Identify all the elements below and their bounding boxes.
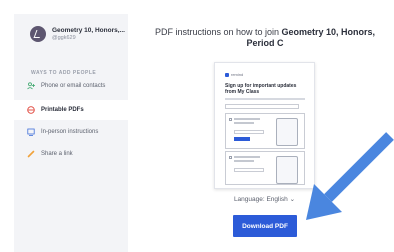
sidebar-item-share-link[interactable]: Share a link <box>14 144 128 164</box>
language-label: Language: English <box>233 196 288 203</box>
remind-logo-icon <box>225 72 229 77</box>
page-title-prefix: PDF instructions on how to join <box>154 27 282 37</box>
text-line <box>234 122 254 124</box>
printer-icon <box>27 106 35 114</box>
presentation-icon <box>27 128 35 136</box>
class-name: Geometry 10, Honors,... <box>52 27 125 34</box>
annotation-arrow-icon <box>306 132 394 220</box>
sidebar: Geometry 10, Honors,... @ggk629 WAYS TO … <box>14 14 128 252</box>
sidebar-item-label: Phone or email contacts <box>41 83 106 89</box>
sidebar-item-printable-pdfs[interactable]: Printable PDFs <box>14 100 128 120</box>
class-avatar-icon <box>30 26 46 42</box>
text-line <box>234 160 254 162</box>
class-info: Geometry 10, Honors,... @ggk629 <box>52 27 125 41</box>
sidebar-item-in-person[interactable]: In-person instructions <box>14 122 128 142</box>
page-title: PDF instructions on how to join Geometry… <box>140 27 390 49</box>
sidebar-item-phone-email[interactable]: Phone or email contacts <box>14 76 128 96</box>
pdf-subtext <box>225 98 305 100</box>
app-window: Geometry 10, Honors,... @ggk629 WAYS TO … <box>0 0 394 252</box>
field-outline <box>234 130 264 134</box>
class-header[interactable]: Geometry 10, Honors,... @ggk629 <box>14 14 128 54</box>
field-outline <box>234 168 264 172</box>
pdf-logo: remind <box>225 72 243 77</box>
pdf-code-field <box>225 104 299 109</box>
checkbox-icon <box>229 156 232 159</box>
sidebar-item-label: In-person instructions <box>41 129 99 135</box>
text-line <box>234 156 260 158</box>
sidebar-item-label: Printable PDFs <box>41 107 84 113</box>
pdf-logo-text: remind <box>231 72 244 77</box>
checkbox-icon <box>229 118 232 121</box>
download-pdf-button[interactable]: Download PDF <box>233 215 297 237</box>
text-line <box>234 118 260 120</box>
sidebar-item-label: Share a link <box>41 151 73 157</box>
pdf-heading: Sign up for important updates from My Cl… <box>225 83 297 95</box>
mini-button <box>234 137 250 141</box>
add-person-icon <box>27 82 35 90</box>
class-code: @ggk629 <box>52 35 76 41</box>
link-icon <box>27 150 35 158</box>
